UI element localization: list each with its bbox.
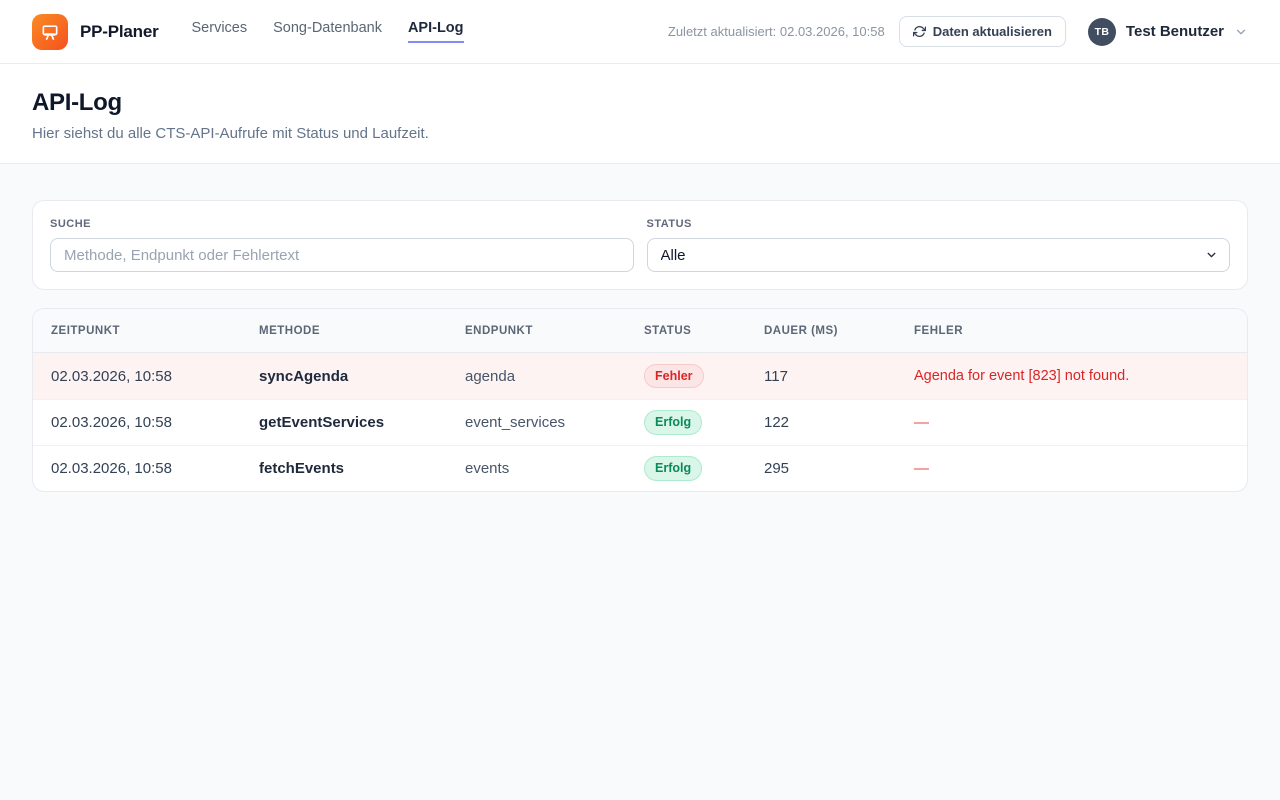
search-label: SUCHE bbox=[50, 218, 634, 230]
app-logo[interactable] bbox=[32, 14, 68, 50]
status-badge: Erfolg bbox=[644, 456, 702, 480]
page-header: API-Log Hier siehst du alle CTS-API-Aufr… bbox=[0, 64, 1280, 164]
cell-methode: getEventServices bbox=[259, 414, 465, 431]
col-dauer: DAUER (MS) bbox=[764, 325, 914, 337]
cell-status: Fehler bbox=[644, 364, 764, 388]
cell-dauer: 117 bbox=[764, 368, 914, 385]
cell-methode: syncAgenda bbox=[259, 368, 465, 385]
table-row[interactable]: 02.03.2026, 10:58 getEventServices event… bbox=[33, 399, 1247, 445]
table-row[interactable]: 02.03.2026, 10:58 fetchEvents events Erf… bbox=[33, 445, 1247, 491]
table-row[interactable]: 02.03.2026, 10:58 syncAgenda agenda Fehl… bbox=[33, 353, 1247, 399]
refresh-button[interactable]: Daten aktualisieren bbox=[899, 16, 1066, 47]
status-badge: Fehler bbox=[644, 364, 704, 388]
col-methode: METHODE bbox=[259, 325, 465, 337]
cell-zeitpunkt: 02.03.2026, 10:58 bbox=[51, 368, 259, 385]
filter-card: SUCHE STATUS Alle bbox=[32, 200, 1248, 290]
col-endpunkt: ENDPUNKT bbox=[465, 325, 644, 337]
last-updated-text: Zuletzt aktualisiert: 02.03.2026, 10:58 bbox=[668, 24, 885, 39]
col-status: STATUS bbox=[644, 325, 764, 337]
cell-fehler: — bbox=[914, 460, 1247, 477]
refresh-button-label: Daten aktualisieren bbox=[933, 24, 1052, 39]
page-subtitle: Hier siehst du alle CTS-API-Aufrufe mit … bbox=[32, 125, 1248, 142]
cell-status: Erfolg bbox=[644, 456, 764, 480]
user-name: Test Benutzer bbox=[1126, 23, 1224, 40]
cell-endpunkt: event_services bbox=[465, 414, 644, 431]
cell-status: Erfolg bbox=[644, 410, 764, 434]
main-nav: Services Song-Datenbank API-Log bbox=[192, 20, 464, 43]
cell-fehler: Agenda for event [823] not found. bbox=[914, 368, 1247, 384]
status-badge: Erfolg bbox=[644, 410, 702, 434]
cell-endpunkt: agenda bbox=[465, 368, 644, 385]
brand-name: PP-Planer bbox=[80, 22, 159, 42]
status-field: STATUS Alle bbox=[647, 218, 1231, 272]
status-label: STATUS bbox=[647, 218, 1231, 230]
search-field: SUCHE bbox=[50, 218, 634, 272]
cell-dauer: 295 bbox=[764, 460, 914, 477]
col-zeitpunkt: ZEITPUNKT bbox=[51, 325, 259, 337]
cell-fehler: — bbox=[914, 414, 1247, 431]
presentation-screen-icon bbox=[40, 22, 60, 42]
search-input[interactable] bbox=[50, 238, 634, 272]
main-content: SUCHE STATUS Alle ZEITPUNKT METHODE ENDP… bbox=[0, 164, 1280, 492]
api-log-table: ZEITPUNKT METHODE ENDPUNKT STATUS DAUER … bbox=[32, 308, 1248, 492]
cell-zeitpunkt: 02.03.2026, 10:58 bbox=[51, 460, 259, 477]
chevron-down-icon bbox=[1234, 25, 1248, 39]
col-fehler: FEHLER bbox=[914, 325, 1247, 337]
nav-api-log[interactable]: API-Log bbox=[408, 20, 464, 43]
status-select[interactable]: Alle bbox=[647, 238, 1231, 272]
cell-methode: fetchEvents bbox=[259, 460, 465, 477]
cell-zeitpunkt: 02.03.2026, 10:58 bbox=[51, 414, 259, 431]
page-title: API-Log bbox=[32, 89, 1248, 117]
cell-endpunkt: events bbox=[465, 460, 644, 477]
refresh-icon bbox=[913, 25, 926, 38]
cell-dauer: 122 bbox=[764, 414, 914, 431]
nav-services[interactable]: Services bbox=[192, 20, 248, 43]
user-menu[interactable]: TB Test Benutzer bbox=[1088, 18, 1248, 46]
avatar: TB bbox=[1088, 18, 1116, 46]
nav-song-datenbank[interactable]: Song-Datenbank bbox=[273, 20, 382, 43]
app-header: PP-Planer Services Song-Datenbank API-Lo… bbox=[0, 0, 1280, 64]
table-header-row: ZEITPUNKT METHODE ENDPUNKT STATUS DAUER … bbox=[33, 309, 1247, 353]
